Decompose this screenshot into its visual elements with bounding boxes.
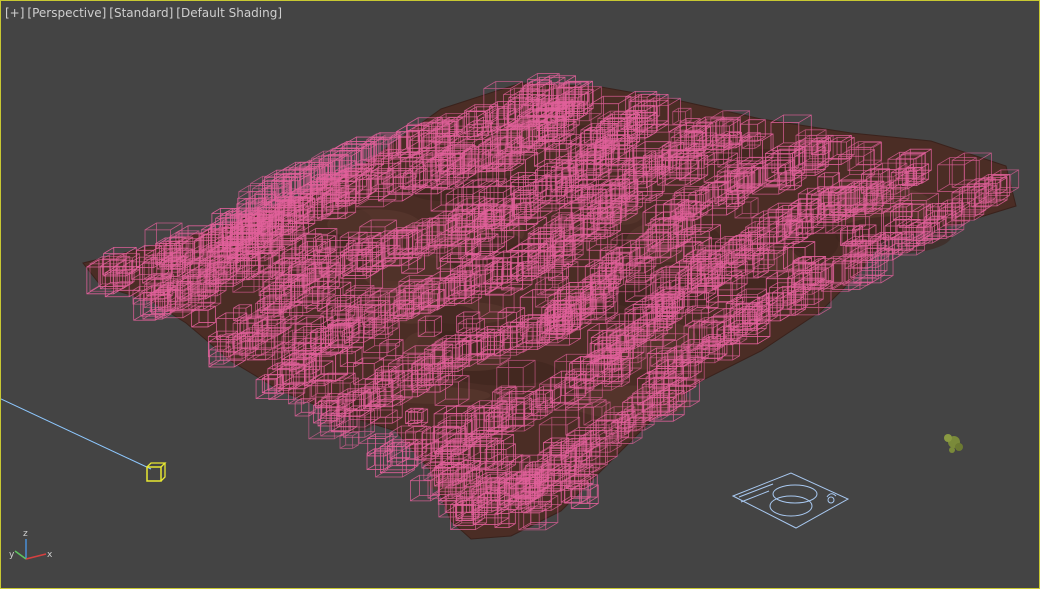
scatter-helper-gizmo[interactable] [731, 472, 850, 529]
viewport-shading-label[interactable]: [Default Shading] [176, 6, 282, 20]
viewport-camera-label[interactable]: [Standard] [109, 6, 173, 20]
viewport-view-label[interactable]: [Perspective] [27, 6, 106, 20]
viewport-scene[interactable]: z x y [1, 1, 1040, 589]
axis-x-label: x [47, 550, 53, 560]
perspective-viewport[interactable]: z x y [+] [Perspective] [Standard] [Default… [0, 0, 1040, 589]
axis-y-label: y [9, 550, 15, 560]
foliage-object[interactable] [944, 434, 963, 453]
axis-z-label: z [23, 529, 28, 539]
light-helper-icon[interactable] [146, 462, 167, 482]
viewport-menu-label[interactable]: [+] [5, 6, 24, 20]
axis-tripod: z x y [9, 529, 53, 560]
viewport-label-bar: [+] [Perspective] [Standard] [Default Shadi… [5, 6, 282, 20]
target-line [1, 398, 152, 470]
